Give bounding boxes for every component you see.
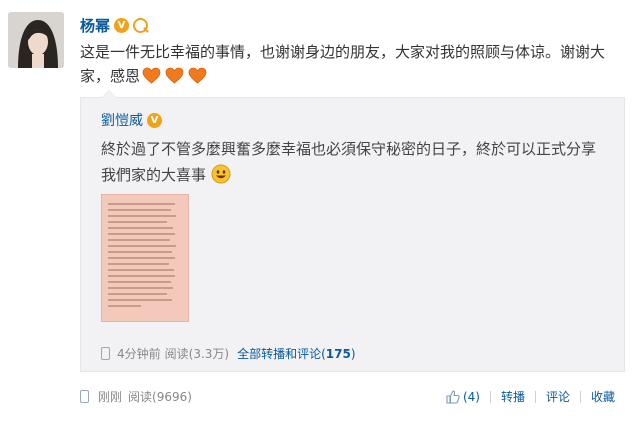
member-badge-icon[interactable] bbox=[133, 17, 149, 33]
smile-emoji-icon bbox=[211, 164, 231, 184]
post-time[interactable]: 刚刚 bbox=[98, 388, 122, 405]
post-text: 这是一件无比幸福的事情，也谢谢身边的朋友，大家对我的照顾与体谅。谢谢大家，感恩 bbox=[80, 40, 625, 88]
repost-author-row: 劉愷威 V bbox=[101, 110, 162, 130]
thumbs-up-icon bbox=[446, 389, 460, 404]
link-count: 175 bbox=[325, 347, 351, 361]
heart-icon bbox=[165, 67, 184, 84]
verified-badge-icon[interactable]: V bbox=[114, 17, 130, 33]
repost-author-name[interactable]: 劉愷威 bbox=[101, 110, 143, 130]
verified-badge-icon[interactable]: V bbox=[147, 112, 162, 128]
repost-time[interactable]: 4分钟前 bbox=[117, 345, 161, 362]
link-close: ) bbox=[350, 347, 356, 361]
repost-body: 終於過了不管多麼興奮多麼幸福也必須保守秘密的日子，終於可以正式分享我們家的大喜事 bbox=[101, 140, 597, 184]
favorite-button[interactable]: 收藏 bbox=[581, 388, 625, 405]
thumbnail-handwriting bbox=[102, 195, 188, 315]
footer-meta: 刚刚 阅读(9696) bbox=[80, 388, 192, 405]
author-name[interactable]: 杨幂 bbox=[80, 15, 110, 36]
mobile-icon bbox=[101, 347, 110, 360]
comment-button[interactable]: 评论 bbox=[536, 388, 580, 405]
heart-icon bbox=[142, 67, 161, 84]
repost-box: 劉愷威 V 終於過了不管多麼興奮多麼幸福也必須保守秘密的日子，終於可以正式分享我… bbox=[80, 90, 625, 372]
all-reposts-comments-link[interactable]: 全部转播和评论(175) bbox=[237, 345, 355, 362]
like-button[interactable]: (4) bbox=[436, 390, 490, 404]
repost-image-thumbnail[interactable] bbox=[101, 194, 189, 322]
repost-meta: 4分钟前 阅读(3.3万) 全部转播和评论(175) bbox=[101, 345, 356, 362]
avatar[interactable] bbox=[8, 12, 64, 68]
like-count: (4) bbox=[462, 389, 480, 404]
repost-text: 終於過了不管多麼興奮多麼幸福也必須保守秘密的日子，終於可以正式分享我們家的大喜事 bbox=[101, 136, 601, 188]
repost-button[interactable]: 转播 bbox=[491, 388, 535, 405]
post-reads: 阅读(9696) bbox=[128, 390, 192, 404]
heart-emoji-group bbox=[142, 67, 207, 84]
footer-actions: (4) 转播 评论 收藏 bbox=[436, 388, 625, 405]
repost-reads: 阅读(3.3万) bbox=[164, 347, 230, 361]
mobile-icon bbox=[80, 390, 89, 403]
author-row: 杨幂 V bbox=[80, 15, 149, 36]
post-footer: 刚刚 阅读(9696) (4) 转播 评论 收藏 bbox=[80, 386, 625, 406]
link-label: 全部转播和评论( bbox=[237, 347, 326, 361]
heart-icon bbox=[188, 67, 207, 84]
repost-arrow bbox=[101, 90, 117, 98]
